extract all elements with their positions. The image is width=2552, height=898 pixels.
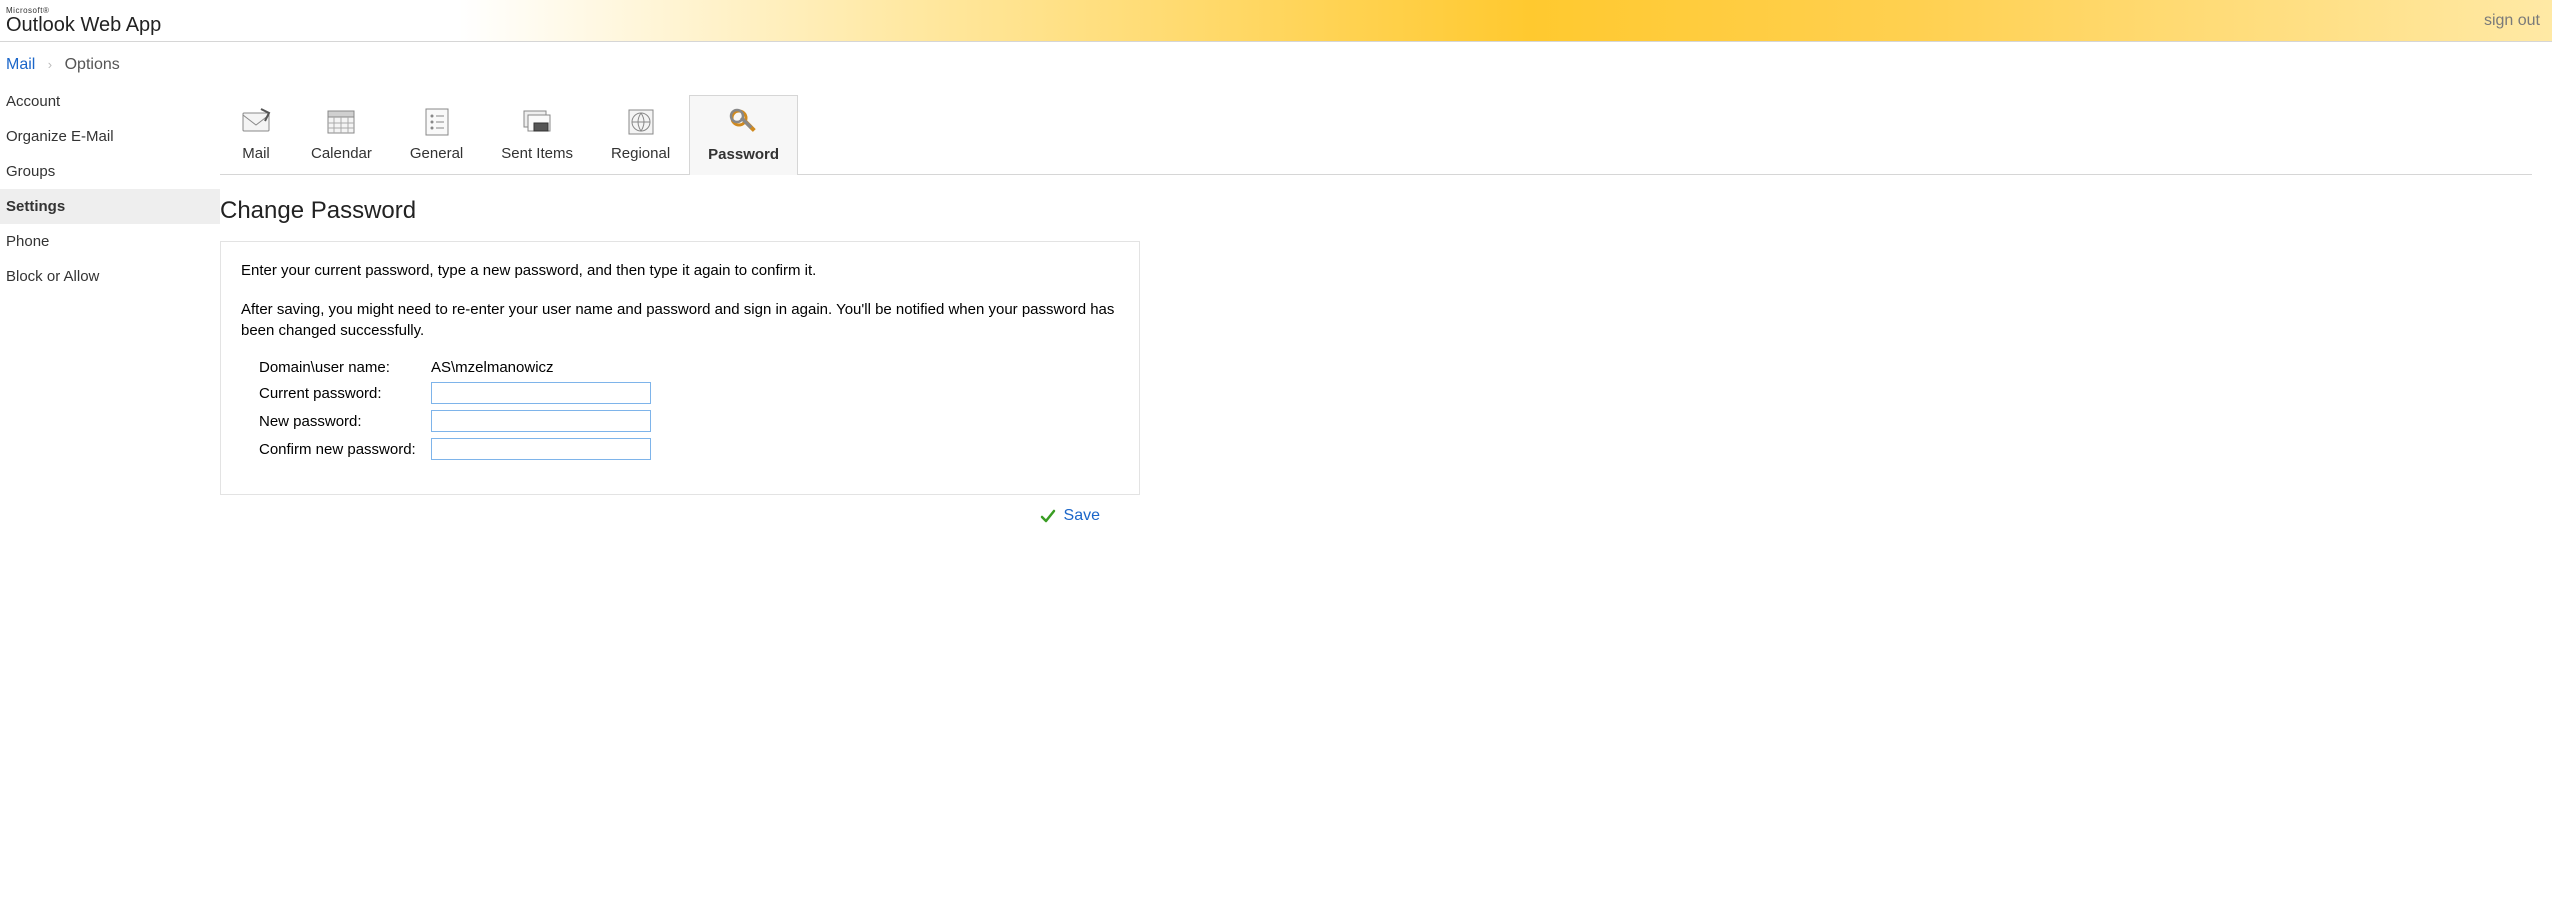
- password-icon: [727, 106, 761, 140]
- domain-user-label: Domain\user name:: [241, 359, 431, 376]
- tab-general[interactable]: General: [391, 94, 482, 174]
- tab-sent-items[interactable]: Sent Items: [482, 94, 592, 174]
- calendar-icon: [324, 105, 358, 139]
- confirm-password-input[interactable]: [431, 438, 651, 460]
- regional-icon: [624, 105, 658, 139]
- breadcrumb-separator: ›: [48, 57, 52, 72]
- main-content: Mail Calendar General Sent Items: [220, 84, 2552, 525]
- row-current-password: Current password:: [241, 382, 1119, 404]
- sidebar-item-block-allow[interactable]: Block or Allow: [0, 259, 220, 294]
- intro-text-2: After saving, you might need to re-enter…: [241, 299, 1119, 341]
- tab-password[interactable]: Password: [689, 95, 798, 175]
- new-password-input[interactable]: [431, 410, 651, 432]
- change-password-panel: Enter your current password, type a new …: [220, 241, 1140, 495]
- sidebar-item-organize-email[interactable]: Organize E-Mail: [0, 119, 220, 154]
- breadcrumb-mail[interactable]: Mail: [6, 56, 35, 73]
- tab-calendar[interactable]: Calendar: [292, 94, 391, 174]
- save-button[interactable]: Save: [1040, 507, 1100, 525]
- sidebar-item-settings[interactable]: Settings: [0, 189, 220, 224]
- intro-text-1: Enter your current password, type a new …: [241, 260, 1119, 281]
- domain-user-value: AS\mzelmanowicz: [431, 359, 554, 376]
- current-password-label: Current password:: [241, 385, 431, 402]
- save-label: Save: [1064, 507, 1100, 525]
- general-icon: [420, 105, 454, 139]
- row-confirm-password: Confirm new password:: [241, 438, 1119, 460]
- breadcrumb: Mail › Options: [0, 42, 2552, 84]
- settings-tabs: Mail Calendar General Sent Items: [220, 84, 2532, 175]
- tab-label: Sent Items: [501, 145, 573, 162]
- sent-items-icon: [520, 105, 554, 139]
- tab-mail[interactable]: Mail: [220, 94, 292, 174]
- tab-label: Calendar: [311, 145, 372, 162]
- tab-label: Mail: [242, 145, 270, 162]
- current-password-input[interactable]: [431, 382, 651, 404]
- tab-label: General: [410, 145, 463, 162]
- confirm-password-label: Confirm new password:: [241, 441, 431, 458]
- new-password-label: New password:: [241, 413, 431, 430]
- sidebar-item-phone[interactable]: Phone: [0, 224, 220, 259]
- check-icon: [1040, 508, 1056, 524]
- tab-regional[interactable]: Regional: [592, 94, 689, 174]
- page-title: Change Password: [220, 197, 2532, 225]
- mail-icon: [239, 105, 273, 139]
- app-header: Microsoft® Outlook Web App sign out: [0, 0, 2552, 42]
- save-row: Save: [220, 495, 1140, 525]
- sidebar: Account Organize E-Mail Groups Settings …: [0, 84, 220, 525]
- breadcrumb-options: Options: [65, 56, 120, 73]
- tab-label: Password: [708, 146, 779, 163]
- row-new-password: New password:: [241, 410, 1119, 432]
- tab-label: Regional: [611, 145, 670, 162]
- sign-out-link[interactable]: sign out: [2484, 12, 2546, 30]
- logo-main: Outlook Web App: [6, 15, 161, 35]
- sidebar-item-groups[interactable]: Groups: [0, 154, 220, 189]
- row-domain-user: Domain\user name: AS\mzelmanowicz: [241, 359, 1119, 376]
- app-logo: Microsoft® Outlook Web App: [6, 7, 161, 35]
- sidebar-item-account[interactable]: Account: [0, 84, 220, 119]
